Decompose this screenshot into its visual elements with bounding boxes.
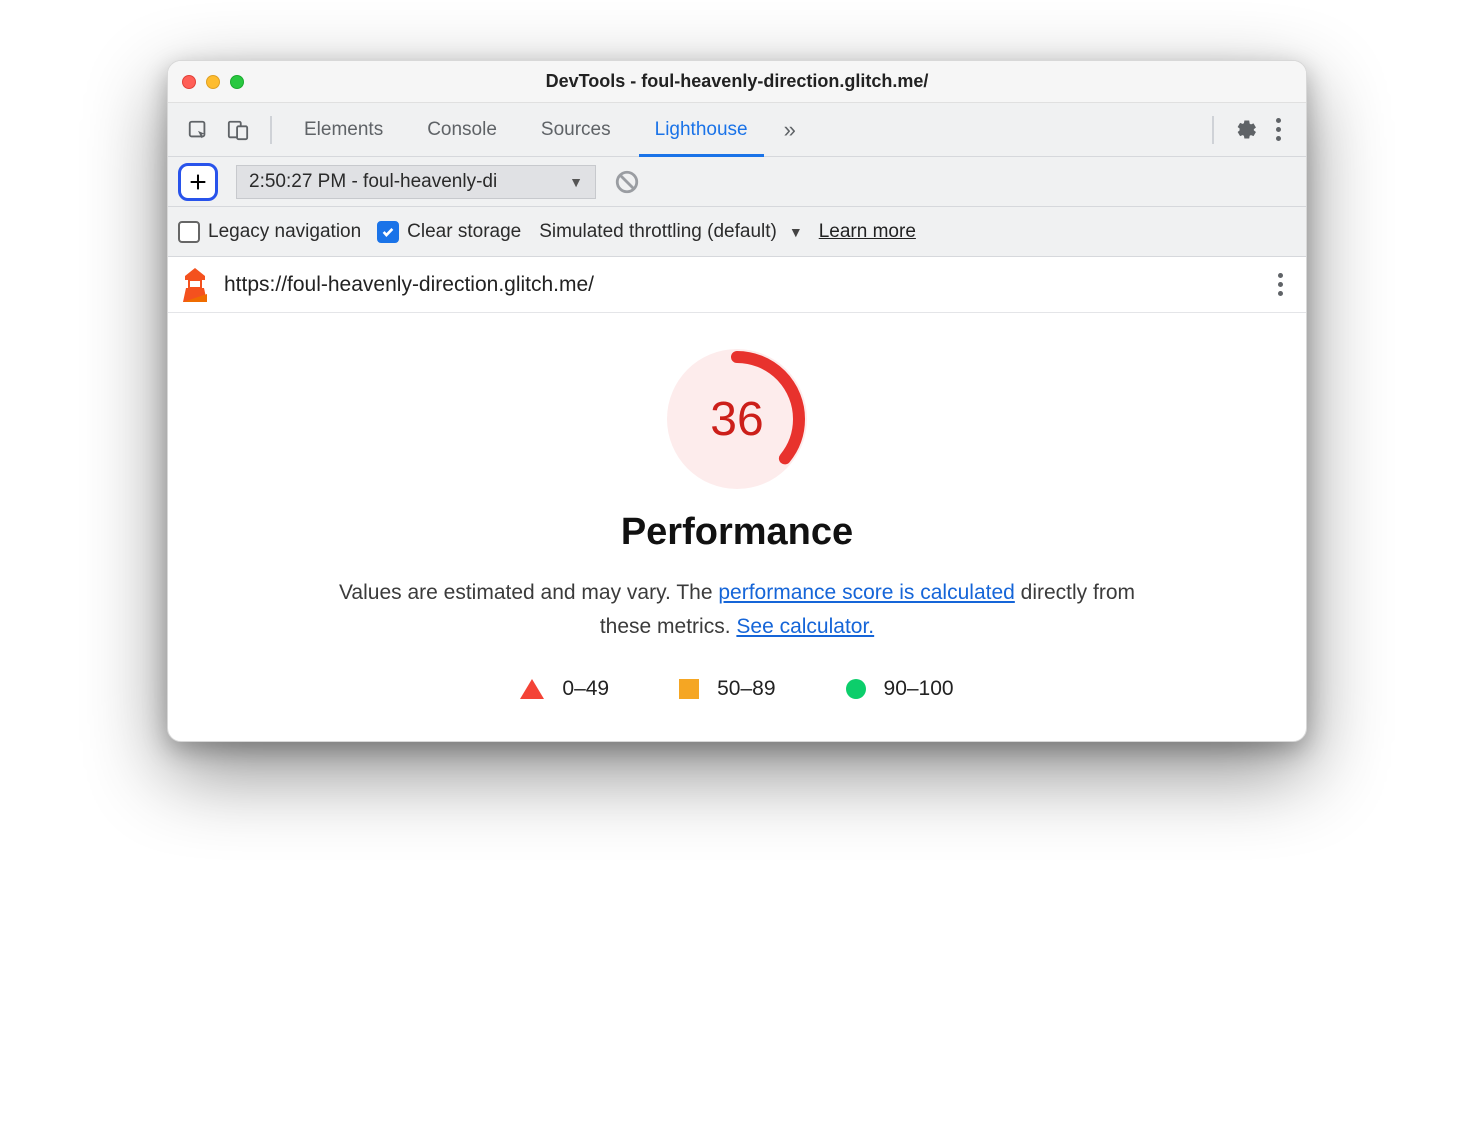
tab-console[interactable]: Console	[405, 103, 519, 156]
score-calc-link[interactable]: performance score is calculated	[718, 581, 1014, 604]
see-calculator-link[interactable]: See calculator.	[736, 615, 874, 638]
devtools-window: DevTools - foul-heavenly-direction.glitc…	[167, 60, 1307, 742]
square-icon	[679, 679, 699, 699]
legend-good: 90–100	[846, 677, 954, 701]
prohibit-icon	[614, 169, 640, 195]
learn-more-link[interactable]: Learn more	[819, 221, 916, 243]
score-legend: 0–49 50–89 90–100	[192, 677, 1282, 701]
tabs-overflow-button[interactable]: »	[770, 103, 810, 156]
legend-average: 50–89	[679, 677, 775, 701]
legacy-navigation-option[interactable]: Legacy navigation	[178, 221, 361, 243]
settings-gear-icon[interactable]	[1230, 116, 1258, 144]
tabstrip-divider-right	[1212, 116, 1214, 144]
legend-avg-label: 50–89	[717, 677, 775, 701]
triangle-icon	[520, 679, 544, 699]
tabstrip-left-icons	[176, 116, 260, 144]
plus-icon	[187, 171, 209, 193]
clear-storage-label: Clear storage	[407, 221, 521, 243]
inspect-element-icon[interactable]	[184, 116, 212, 144]
legend-good-label: 90–100	[884, 677, 954, 701]
chevron-down-icon: ▼	[569, 174, 583, 190]
throttling-dropdown[interactable]: Simulated throttling (default) ▼	[539, 221, 802, 243]
chevron-down-icon: ▼	[789, 224, 803, 240]
report-select-dropdown[interactable]: 2:50:27 PM - foul-heavenly-di ▼	[236, 165, 596, 199]
new-report-button[interactable]	[178, 163, 218, 201]
tabstrip-more-menu-icon[interactable]	[1264, 118, 1292, 141]
legacy-navigation-label: Legacy navigation	[208, 221, 361, 243]
tab-sources[interactable]: Sources	[519, 103, 633, 156]
lighthouse-toolbar: 2:50:27 PM - foul-heavenly-di ▼	[168, 157, 1306, 207]
lighthouse-options-bar: Legacy navigation Clear storage Simulate…	[168, 207, 1306, 257]
report-select-value: 2:50:27 PM - foul-heavenly-di	[249, 171, 497, 193]
performance-score: 36	[667, 349, 807, 489]
window-title: DevTools - foul-heavenly-direction.glitc…	[168, 71, 1306, 92]
legend-poor-label: 0–49	[562, 677, 609, 701]
devtools-tabstrip: Elements Console Sources Lighthouse »	[168, 103, 1306, 157]
lighthouse-icon	[180, 268, 210, 302]
device-toolbar-icon[interactable]	[224, 116, 252, 144]
report-url-row: https://foul-heavenly-direction.glitch.m…	[168, 257, 1306, 313]
clear-storage-option[interactable]: Clear storage	[377, 221, 521, 243]
clear-storage-checkbox[interactable]	[377, 221, 399, 243]
tabstrip-divider	[270, 116, 272, 144]
throttling-label: Simulated throttling (default)	[539, 221, 777, 243]
circle-icon	[846, 679, 866, 699]
lighthouse-report: 36 Performance Values are estimated and …	[168, 313, 1306, 741]
legend-poor: 0–49	[520, 677, 609, 701]
tab-elements[interactable]: Elements	[282, 103, 405, 156]
report-menu-icon[interactable]	[1266, 273, 1294, 296]
desc-text-1: Values are estimated and may vary. The	[339, 581, 718, 604]
tab-lighthouse[interactable]: Lighthouse	[633, 103, 770, 156]
clear-reports-button[interactable]	[614, 169, 640, 195]
legacy-navigation-checkbox[interactable]	[178, 221, 200, 243]
window-titlebar: DevTools - foul-heavenly-direction.glitc…	[168, 61, 1306, 103]
check-icon	[381, 225, 395, 239]
report-url: https://foul-heavenly-direction.glitch.m…	[224, 273, 594, 297]
category-title: Performance	[192, 511, 1282, 554]
tabstrip-right-icons	[1202, 116, 1298, 144]
panel-tabs: Elements Console Sources Lighthouse »	[282, 103, 810, 156]
report-description: Values are estimated and may vary. The p…	[327, 576, 1147, 643]
performance-gauge: 36	[667, 349, 807, 489]
